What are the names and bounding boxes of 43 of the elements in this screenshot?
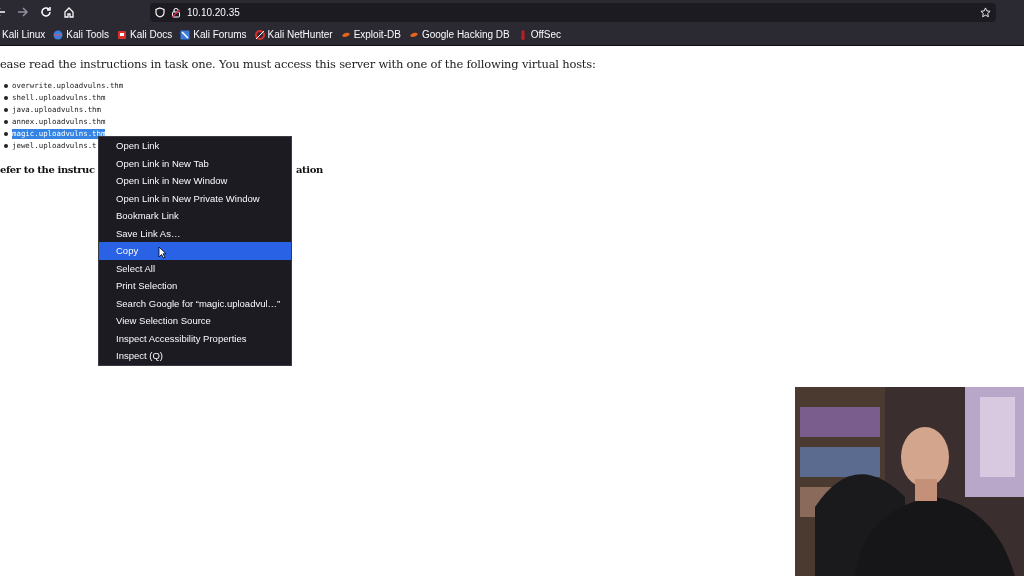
- bullet-icon: [4, 132, 8, 137]
- bookmark-star-icon[interactable]: [980, 6, 991, 18]
- menu-item[interactable]: Open Link in New Window: [99, 172, 291, 190]
- menu-item[interactable]: Open Link in New Tab: [99, 154, 291, 172]
- heading-text: efer to the instruc: [0, 163, 95, 178]
- shield-icon[interactable]: [155, 6, 165, 18]
- menu-item[interactable]: Search Google for “magic.uploadvul…”: [99, 294, 291, 312]
- bookmark-link[interactable]: Kali Forums: [180, 27, 247, 42]
- menu-item[interactable]: View Selection Source: [99, 312, 291, 330]
- mouse-cursor-icon: [158, 246, 167, 259]
- url-text: 10.10.20.35: [187, 5, 241, 20]
- bookmark-link[interactable]: Kali Linux: [2, 27, 46, 42]
- bookmark-link[interactable]: Google Hacking DB: [408, 27, 510, 42]
- bookmark-icon: [53, 29, 64, 40]
- bullet-icon: [4, 144, 8, 149]
- menu-item[interactable]: Open Link: [99, 137, 291, 155]
- bullet-icon: [4, 96, 8, 101]
- menu-item[interactable]: Save Link As…: [99, 224, 291, 242]
- menu-item[interactable]: Open Link in New Private Window: [99, 189, 291, 207]
- bookmark-icon: [180, 29, 191, 40]
- bookmark-link[interactable]: OffSec: [517, 27, 562, 42]
- menu-item[interactable]: Print Selection: [99, 277, 291, 295]
- home-icon[interactable]: [63, 6, 75, 18]
- insecure-lock-icon[interactable]: [171, 6, 181, 18]
- url-bar[interactable]: 10.10.20.35: [150, 2, 996, 22]
- heading-text: ation: [296, 163, 323, 178]
- menu-item[interactable]: Inspect (Q): [99, 347, 291, 365]
- bookmark-icon: [117, 29, 127, 40]
- bookmark-link[interactable]: Exploit-DB: [340, 27, 401, 42]
- reload-icon[interactable]: [40, 6, 52, 18]
- menu-item[interactable]: Bookmark Link: [99, 207, 291, 225]
- menu-item[interactable]: Inspect Accessibility Properties: [99, 329, 291, 347]
- bookmark-link[interactable]: Kali Tools: [53, 27, 109, 42]
- bullet-icon: [4, 84, 8, 89]
- forward-icon[interactable]: [17, 6, 29, 18]
- bullet-icon: [4, 120, 8, 125]
- bookmark-link[interactable]: Kali NetHunter: [254, 27, 333, 42]
- menu-item[interactable]: Select All: [99, 259, 291, 277]
- intro-text: ease read the instructions in task one. You must access this server with one of the following virtual hosts:: [0, 56, 597, 73]
- bullet-icon: [4, 108, 8, 113]
- menu-item[interactable]: Copy: [99, 242, 291, 260]
- bookmark-icon: [254, 29, 265, 40]
- bookmark-link[interactable]: Kali Docs: [117, 27, 173, 42]
